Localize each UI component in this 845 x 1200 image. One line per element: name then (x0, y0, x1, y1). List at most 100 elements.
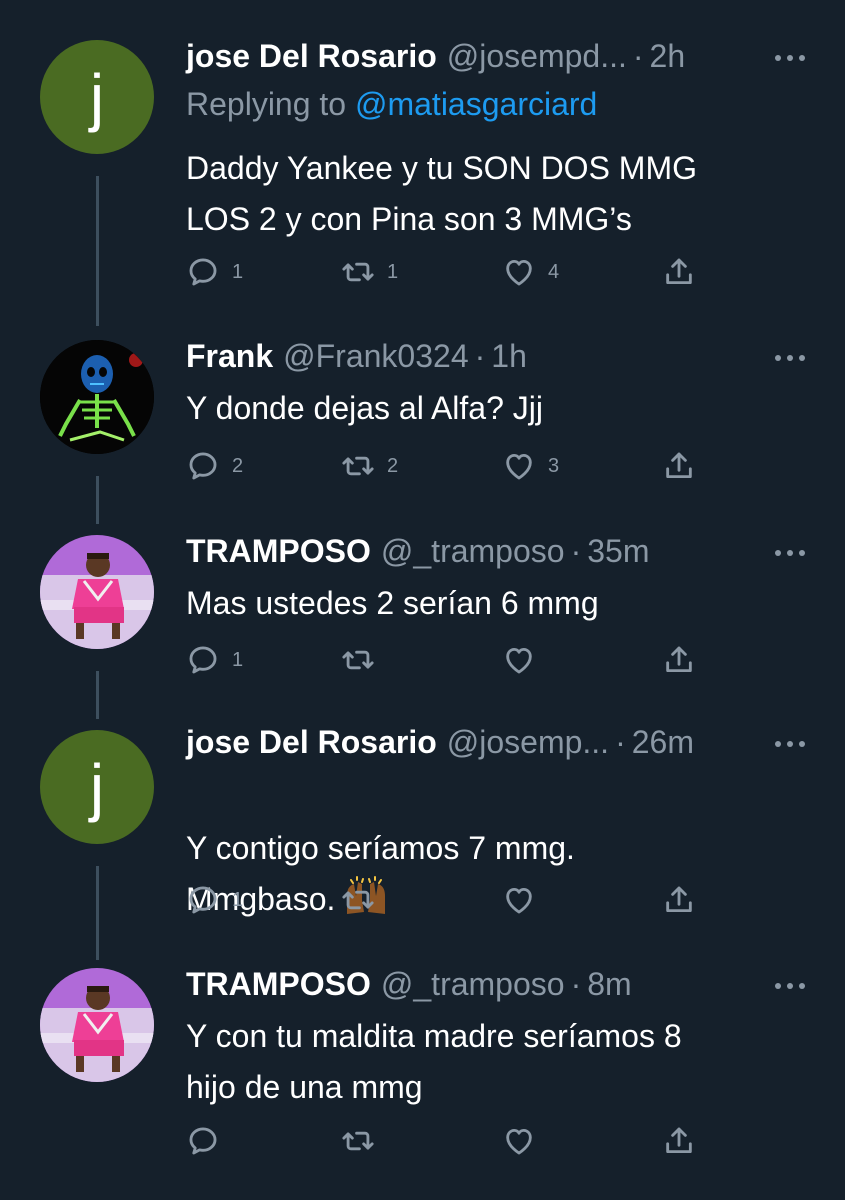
like-icon (502, 643, 536, 677)
retweet-button[interactable]: 1 (341, 254, 398, 290)
avatar[interactable] (40, 535, 154, 649)
avatar-letter: j (89, 61, 105, 133)
tweet-text: Y con tu maldita madre seríamos 8 hijo d… (186, 1018, 682, 1105)
like-count: 3 (548, 454, 560, 477)
user-handle[interactable]: @josempd... (447, 38, 627, 75)
retweet-icon (341, 255, 375, 289)
separator-dot: · (615, 724, 626, 760)
share-button[interactable] (662, 642, 696, 678)
reply-icon (186, 1124, 220, 1158)
avatar[interactable] (40, 968, 154, 1082)
user-handle[interactable]: @_tramposo (381, 966, 565, 1003)
like-button[interactable] (502, 1123, 548, 1159)
display-name[interactable]: TRAMPOSO (186, 966, 371, 1003)
separator-dot: · (474, 338, 486, 374)
tweet-text: Mas ustedes 2 serían 6 mmg (186, 585, 599, 621)
reply-count: 1 (232, 260, 244, 283)
user-handle[interactable]: @josemp... (447, 724, 609, 761)
share-button[interactable] (662, 1123, 696, 1159)
separator-dot: · (570, 966, 582, 1002)
more-icon[interactable] (775, 353, 805, 363)
tweet-header: TRAMPOSO @_tramposo · 8m (186, 966, 775, 1006)
display-name[interactable]: TRAMPOSO (186, 533, 371, 570)
separator-dot: · (632, 38, 644, 74)
share-icon (662, 643, 696, 677)
timestamp[interactable]: 1h (491, 338, 527, 375)
timestamp[interactable]: 26m (632, 724, 694, 761)
more-icon[interactable] (775, 53, 805, 63)
share-icon (662, 449, 696, 483)
avatar-image (40, 535, 154, 649)
like-icon (502, 1124, 536, 1158)
replying-to: Replying to @matiasgarciard (186, 86, 597, 123)
tweet[interactable]: Frank @Frank0324 · 1h Y donde dejas al A… (0, 320, 845, 524)
tweet-actions: 1 1 4 (186, 254, 706, 290)
retweet-button[interactable] (341, 882, 387, 918)
share-button[interactable] (662, 254, 696, 290)
more-icon[interactable] (775, 548, 805, 558)
avatar[interactable] (40, 340, 154, 454)
share-icon (662, 255, 696, 289)
tweet-header: TRAMPOSO @_tramposo · 35m (186, 533, 775, 573)
like-icon (502, 255, 536, 289)
tweet-text: Y donde dejas al Alfa? Jjj (186, 390, 543, 426)
more-icon[interactable] (775, 981, 805, 991)
tweet[interactable]: j jose Del Rosario @josemp... · 26m Y co… (0, 710, 845, 960)
reply-button[interactable]: 1 (186, 254, 243, 290)
tweet-header: jose Del Rosario @josemp... · 26m (186, 724, 775, 764)
reply-icon (186, 883, 220, 917)
retweet-icon (341, 449, 375, 483)
avatar[interactable]: j (40, 40, 154, 154)
timestamp[interactable]: 35m (587, 533, 649, 570)
tweet-actions: 1 (186, 642, 706, 678)
retweet-button[interactable]: 2 (341, 448, 398, 484)
avatar[interactable]: j (40, 730, 154, 844)
like-button[interactable] (502, 642, 548, 678)
like-button[interactable]: 4 (502, 254, 559, 290)
retweet-icon (341, 883, 375, 917)
reply-count: 1 (232, 888, 244, 911)
display-name[interactable]: Frank (186, 338, 273, 375)
tweet[interactable]: j jose Del Rosario @josempd... · 2h Repl… (0, 0, 845, 326)
retweet-button[interactable] (341, 642, 387, 678)
like-button[interactable]: 3 (502, 448, 559, 484)
retweet-icon (341, 1124, 375, 1158)
reply-count: 1 (232, 648, 244, 671)
tweet-text: Daddy Yankee y tu SON DOS MMG LOS 2 y co… (186, 150, 697, 237)
reply-count: 2 (232, 454, 244, 477)
share-button[interactable] (662, 882, 696, 918)
retweet-icon (341, 643, 375, 677)
tweet-header: Frank @Frank0324 · 1h (186, 338, 775, 378)
user-handle[interactable]: @Frank0324 (283, 338, 468, 375)
tweet-actions (186, 1123, 706, 1159)
timestamp[interactable]: 2h (650, 38, 686, 75)
tweet-header: jose Del Rosario @josempd... · 2h (186, 38, 775, 78)
tweet[interactable]: TRAMPOSO @_tramposo · 8m Y con tu maldit… (0, 950, 845, 1200)
display-name[interactable]: jose Del Rosario (186, 38, 437, 75)
reply-button[interactable]: 2 (186, 448, 243, 484)
reply-button[interactable]: 1 (186, 882, 243, 918)
display-name[interactable]: jose Del Rosario (186, 724, 437, 761)
like-button[interactable] (502, 882, 548, 918)
like-count: 4 (548, 260, 560, 283)
reply-icon (186, 449, 220, 483)
reply-icon (186, 255, 220, 289)
reply-button[interactable] (186, 1123, 232, 1159)
tweet[interactable]: TRAMPOSO @_tramposo · 35m Mas ustedes 2 … (0, 515, 845, 719)
user-handle[interactable]: @_tramposo (381, 533, 565, 570)
more-icon[interactable] (775, 739, 805, 749)
like-icon (502, 449, 536, 483)
share-icon (662, 1124, 696, 1158)
retweet-count: 1 (387, 260, 399, 283)
share-button[interactable] (662, 448, 696, 484)
avatar-letter: j (89, 751, 105, 823)
timestamp[interactable]: 8m (587, 966, 631, 1003)
mention-link[interactable]: @matiasgarciard (355, 86, 597, 122)
separator-dot: · (570, 533, 582, 569)
reply-button[interactable]: 1 (186, 642, 243, 678)
retweet-button[interactable] (341, 1123, 387, 1159)
replying-to-label: Replying to (186, 86, 355, 122)
thread-line (96, 176, 99, 326)
like-icon (502, 883, 536, 917)
thread-line (96, 866, 99, 960)
